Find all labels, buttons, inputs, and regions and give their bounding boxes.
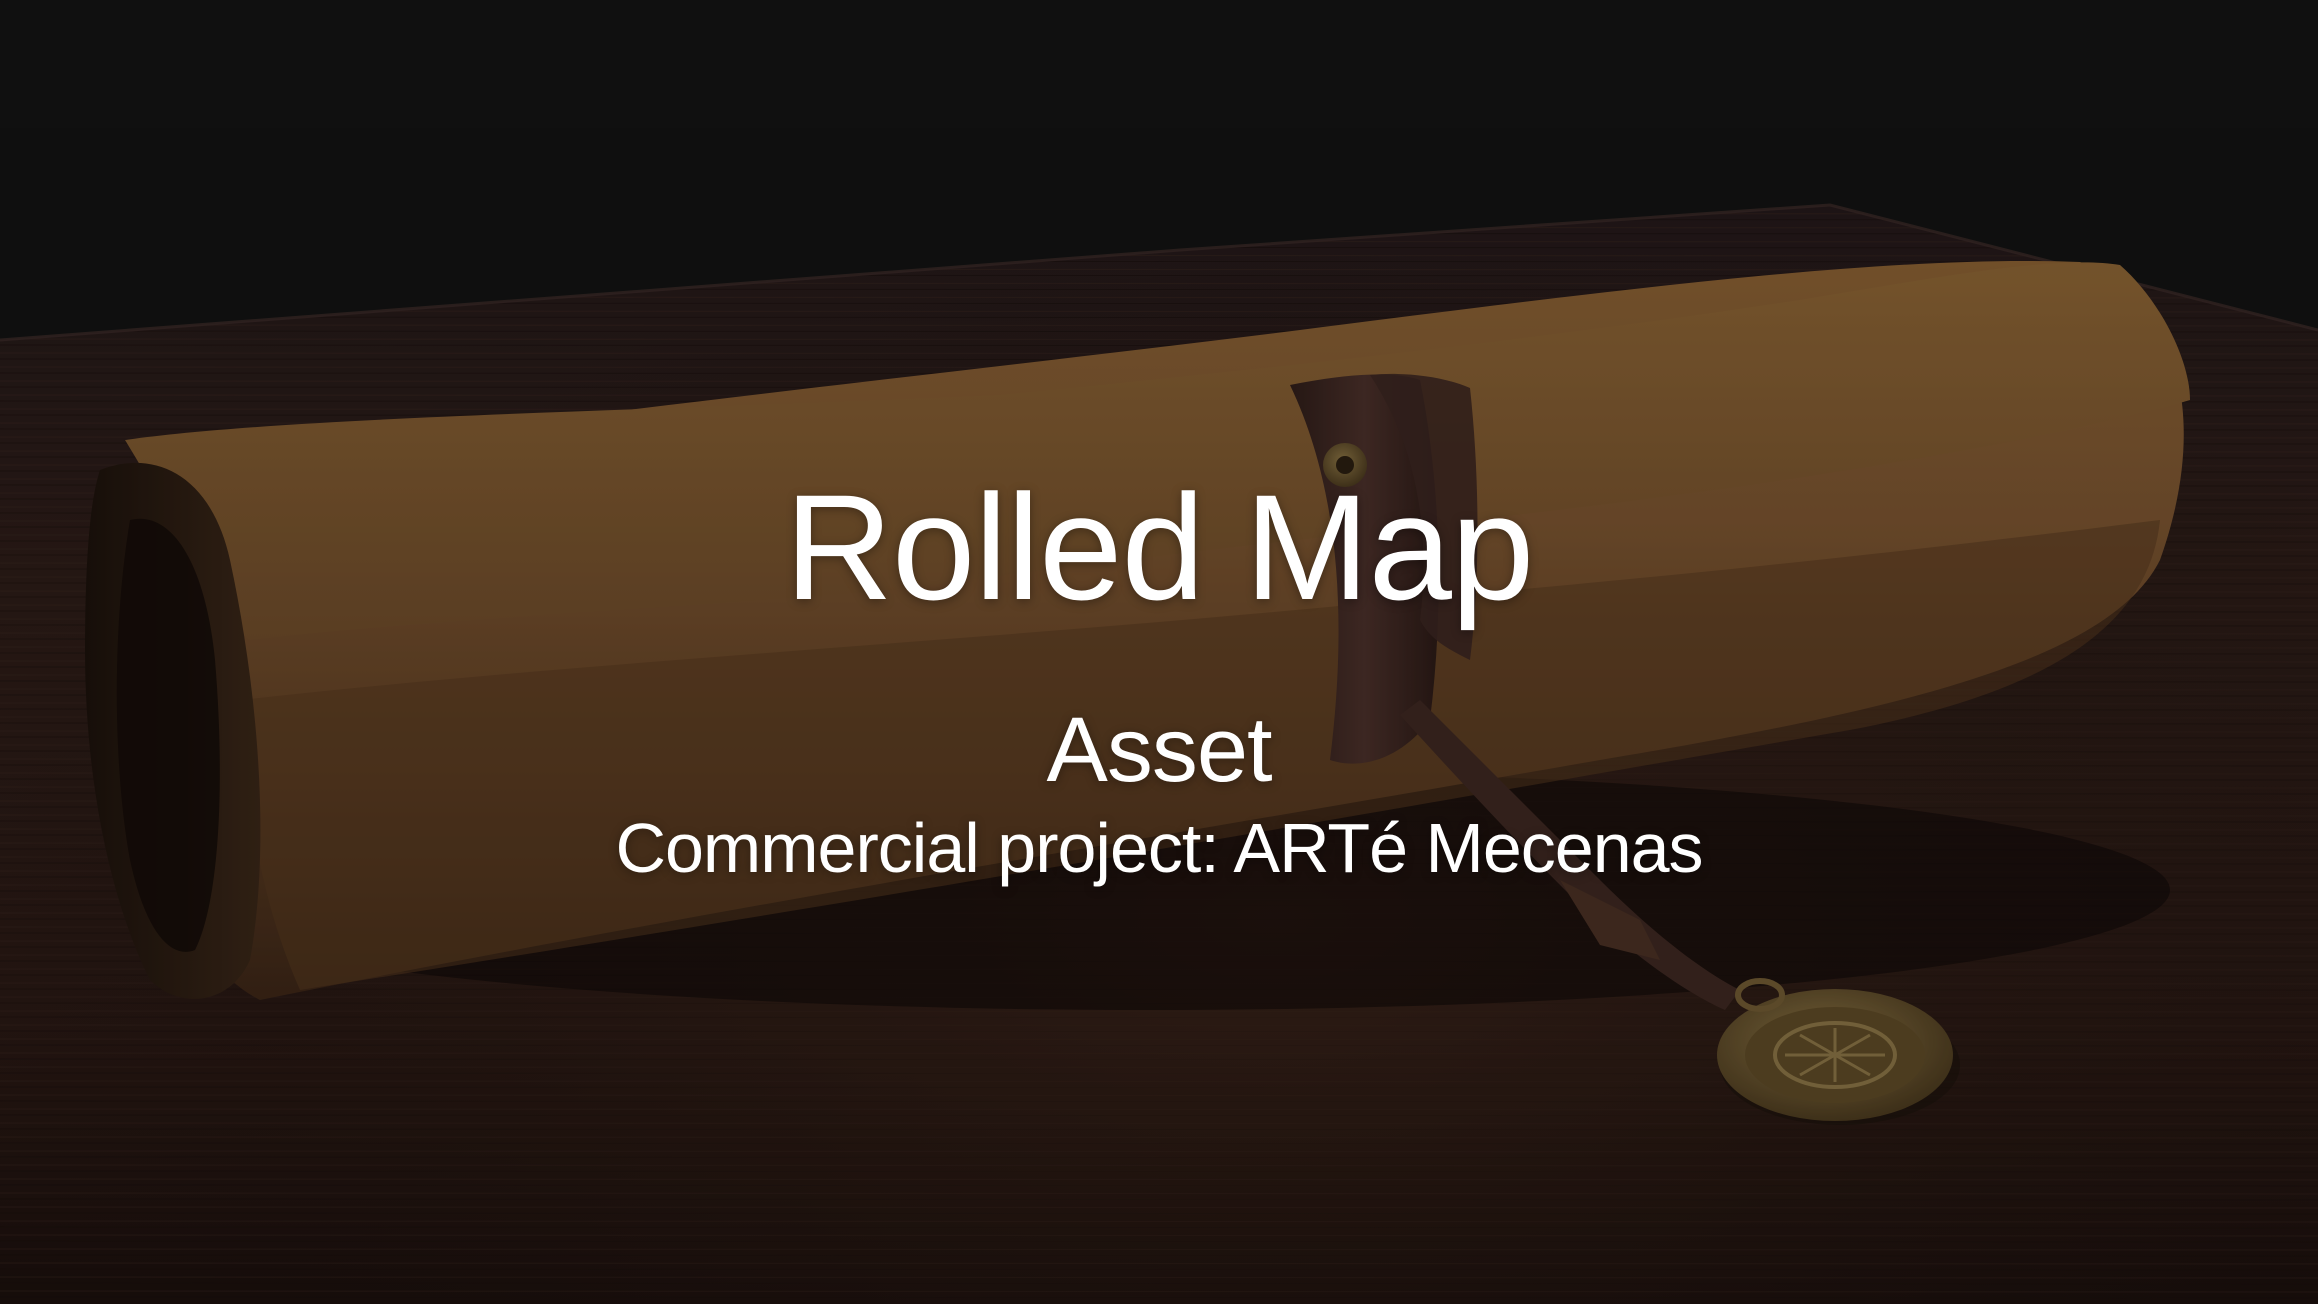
- slide: Rolled Map Asset Commercial project: ART…: [0, 0, 2318, 1304]
- slide-subtitle: Asset: [1046, 699, 1272, 801]
- slide-title: Rolled Map: [784, 463, 1535, 631]
- slide-caption: Commercial project: ARTé Mecenas: [615, 809, 1703, 887]
- rolled-map-photo: [0, 0, 2318, 1304]
